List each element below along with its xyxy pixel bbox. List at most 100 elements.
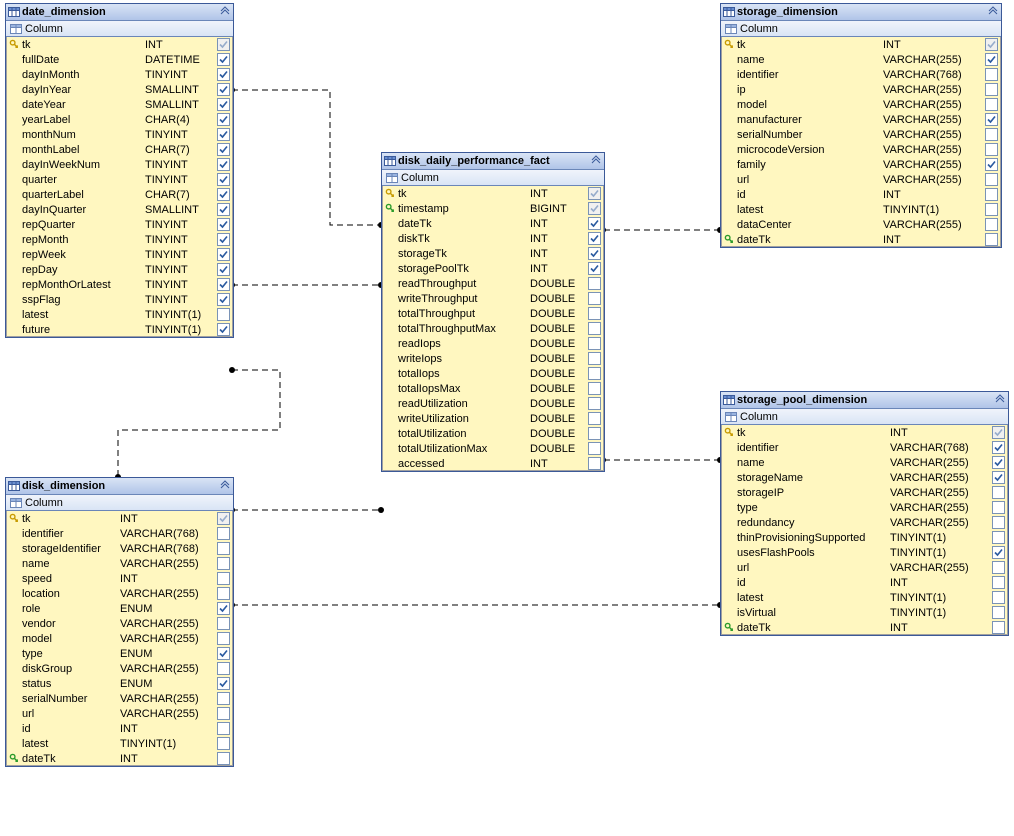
column-row[interactable]: urlVARCHAR(255) <box>6 706 233 721</box>
column-row[interactable]: identifierVARCHAR(768) <box>721 440 1008 455</box>
column-checkbox[interactable] <box>588 397 601 410</box>
column-checkbox[interactable] <box>992 441 1005 454</box>
column-row[interactable]: nameVARCHAR(255) <box>6 556 233 571</box>
column-row[interactable]: manufacturerVARCHAR(255) <box>721 112 1001 127</box>
column-row[interactable]: typeENUM <box>6 646 233 661</box>
column-checkbox[interactable] <box>217 68 230 81</box>
table-title-bar[interactable]: storage_dimension <box>721 4 1001 21</box>
column-checkbox[interactable] <box>217 308 230 321</box>
column-row[interactable]: latestTINYINT(1) <box>721 202 1001 217</box>
column-row[interactable]: modelVARCHAR(255) <box>6 631 233 646</box>
table-fact[interactable]: disk_daily_performance_factColumntkINTti… <box>381 152 605 472</box>
column-row[interactable]: serialNumberVARCHAR(255) <box>721 127 1001 142</box>
column-checkbox[interactable] <box>217 38 230 51</box>
column-row[interactable]: totalThroughputDOUBLE <box>382 306 604 321</box>
column-checkbox[interactable] <box>217 113 230 126</box>
column-checkbox[interactable] <box>992 426 1005 439</box>
column-row[interactable]: latestTINYINT(1) <box>6 307 233 322</box>
column-checkbox[interactable] <box>985 143 998 156</box>
table-title-bar[interactable]: date_dimension <box>6 4 233 21</box>
column-row[interactable]: sspFlagTINYINT <box>6 292 233 307</box>
column-checkbox[interactable] <box>217 83 230 96</box>
column-row[interactable]: readIopsDOUBLE <box>382 336 604 351</box>
column-checkbox[interactable] <box>985 38 998 51</box>
column-row[interactable]: tkINT <box>382 186 604 201</box>
column-checkbox[interactable] <box>217 542 230 555</box>
column-checkbox[interactable] <box>992 501 1005 514</box>
column-checkbox[interactable] <box>217 248 230 261</box>
column-row[interactable]: modelVARCHAR(255) <box>721 97 1001 112</box>
column-row[interactable]: accessedINT <box>382 456 604 471</box>
column-checkbox[interactable] <box>217 512 230 525</box>
column-row[interactable]: dayInYearSMALLINT <box>6 82 233 97</box>
column-checkbox[interactable] <box>588 262 601 275</box>
column-row[interactable]: idINT <box>721 575 1008 590</box>
column-row[interactable]: microcodeVersionVARCHAR(255) <box>721 142 1001 157</box>
column-checkbox[interactable] <box>588 367 601 380</box>
column-checkbox[interactable] <box>217 203 230 216</box>
column-row[interactable]: readUtilizationDOUBLE <box>382 396 604 411</box>
column-row[interactable]: storageNameVARCHAR(255) <box>721 470 1008 485</box>
column-checkbox[interactable] <box>588 277 601 290</box>
column-checkbox[interactable] <box>588 427 601 440</box>
column-row[interactable]: quarterLabelCHAR(7) <box>6 187 233 202</box>
column-checkbox[interactable] <box>217 143 230 156</box>
column-row[interactable]: repWeekTINYINT <box>6 247 233 262</box>
column-row[interactable]: nameVARCHAR(255) <box>721 455 1008 470</box>
column-checkbox[interactable] <box>588 217 601 230</box>
column-checkbox[interactable] <box>217 158 230 171</box>
column-checkbox[interactable] <box>217 293 230 306</box>
column-checkbox[interactable] <box>588 187 601 200</box>
column-checkbox[interactable] <box>217 128 230 141</box>
column-row[interactable]: repDayTINYINT <box>6 262 233 277</box>
column-row[interactable]: urlVARCHAR(255) <box>721 172 1001 187</box>
column-checkbox[interactable] <box>217 278 230 291</box>
column-checkbox[interactable] <box>985 53 998 66</box>
column-row[interactable]: writeThroughputDOUBLE <box>382 291 604 306</box>
column-row[interactable]: repMonthTINYINT <box>6 232 233 247</box>
column-row[interactable]: urlVARCHAR(255) <box>721 560 1008 575</box>
column-row[interactable]: monthNumTINYINT <box>6 127 233 142</box>
column-row[interactable]: diskGroupVARCHAR(255) <box>6 661 233 676</box>
column-row[interactable]: storageIPVARCHAR(255) <box>721 485 1008 500</box>
column-row[interactable]: repMonthOrLatestTINYINT <box>6 277 233 292</box>
table-title-bar[interactable]: storage_pool_dimension <box>721 392 1008 409</box>
column-checkbox[interactable] <box>992 456 1005 469</box>
column-checkbox[interactable] <box>217 572 230 585</box>
column-row[interactable]: nameVARCHAR(255) <box>721 52 1001 67</box>
column-checkbox[interactable] <box>217 737 230 750</box>
column-row[interactable]: speedINT <box>6 571 233 586</box>
column-checkbox[interactable] <box>217 323 230 336</box>
column-checkbox[interactable] <box>217 188 230 201</box>
column-checkbox[interactable] <box>992 621 1005 634</box>
column-checkbox[interactable] <box>985 83 998 96</box>
column-row[interactable]: storagePoolTkINT <box>382 261 604 276</box>
column-row[interactable]: storageTkINT <box>382 246 604 261</box>
collapse-icon[interactable] <box>219 6 231 18</box>
column-checkbox[interactable] <box>588 202 601 215</box>
column-checkbox[interactable] <box>588 337 601 350</box>
table-storage_dimension[interactable]: storage_dimensionColumntkINTnameVARCHAR(… <box>720 3 1002 248</box>
column-row[interactable]: totalThroughputMaxDOUBLE <box>382 321 604 336</box>
column-checkbox[interactable] <box>985 158 998 171</box>
column-row[interactable]: idINT <box>6 721 233 736</box>
column-checkbox[interactable] <box>217 233 230 246</box>
column-checkbox[interactable] <box>992 561 1005 574</box>
column-row[interactable]: redundancyVARCHAR(255) <box>721 515 1008 530</box>
column-row[interactable]: locationVARCHAR(255) <box>6 586 233 601</box>
column-checkbox[interactable] <box>985 173 998 186</box>
column-row[interactable]: ipVARCHAR(255) <box>721 82 1001 97</box>
column-row[interactable]: tkINT <box>6 511 233 526</box>
column-checkbox[interactable] <box>588 307 601 320</box>
column-checkbox[interactable] <box>992 471 1005 484</box>
column-row[interactable]: yearLabelCHAR(4) <box>6 112 233 127</box>
column-checkbox[interactable] <box>217 617 230 630</box>
column-row[interactable]: dateTkINT <box>721 620 1008 635</box>
column-row[interactable]: totalUtilizationDOUBLE <box>382 426 604 441</box>
column-row[interactable]: diskTkINT <box>382 231 604 246</box>
table-title-bar[interactable]: disk_daily_performance_fact <box>382 153 604 170</box>
collapse-icon[interactable] <box>219 480 231 492</box>
column-row[interactable]: readThroughputDOUBLE <box>382 276 604 291</box>
column-row[interactable]: dateTkINT <box>382 216 604 231</box>
column-checkbox[interactable] <box>217 632 230 645</box>
